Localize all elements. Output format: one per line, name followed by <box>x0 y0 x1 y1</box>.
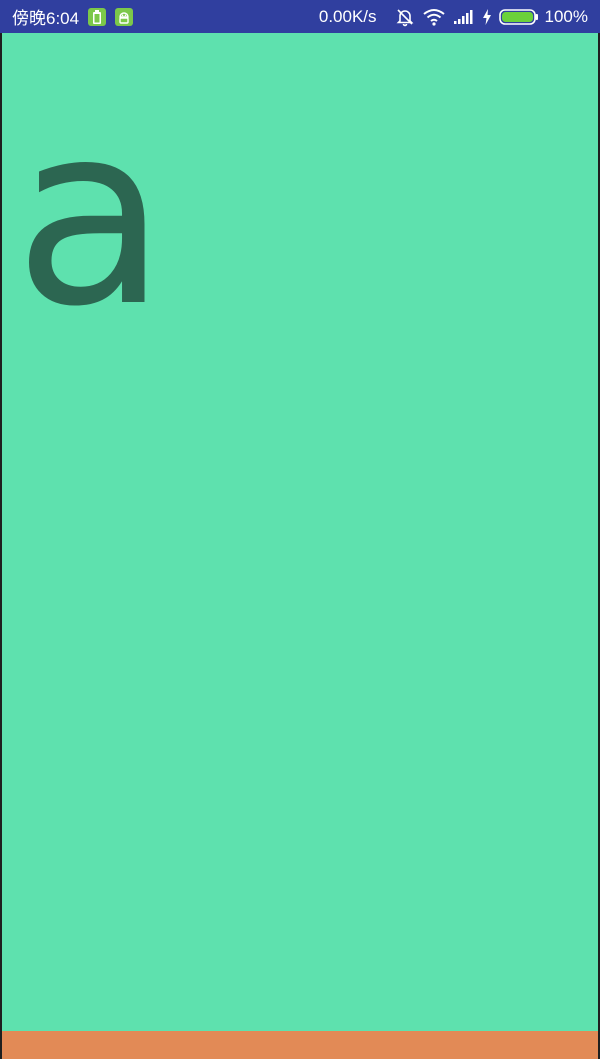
phone-screen: 傍晚6:04 0.00K/s 100% a <box>0 0 600 1059</box>
status-bar-left: 傍晚6:04 <box>12 0 134 33</box>
wifi-icon <box>422 8 445 26</box>
alarm-off-icon <box>395 7 415 27</box>
battery-notification-icon <box>88 7 107 26</box>
large-letter: a <box>14 70 168 361</box>
battery-level-fill <box>501 11 533 22</box>
status-bar-right: 0.00K/s 100% <box>319 0 588 33</box>
battery-icon <box>498 8 539 26</box>
signal-icon <box>453 9 475 25</box>
clock: 傍晚6:04 <box>12 9 80 28</box>
charging-icon <box>482 8 491 25</box>
android-notification-icon <box>115 7 134 26</box>
network-speed: 0.00K/s <box>318 6 377 26</box>
bottom-bar <box>2 1031 598 1059</box>
main-content: a <box>2 33 598 1031</box>
battery-percent: 100% <box>544 6 588 26</box>
status-bar: 傍晚6:04 0.00K/s 100% <box>0 0 600 33</box>
